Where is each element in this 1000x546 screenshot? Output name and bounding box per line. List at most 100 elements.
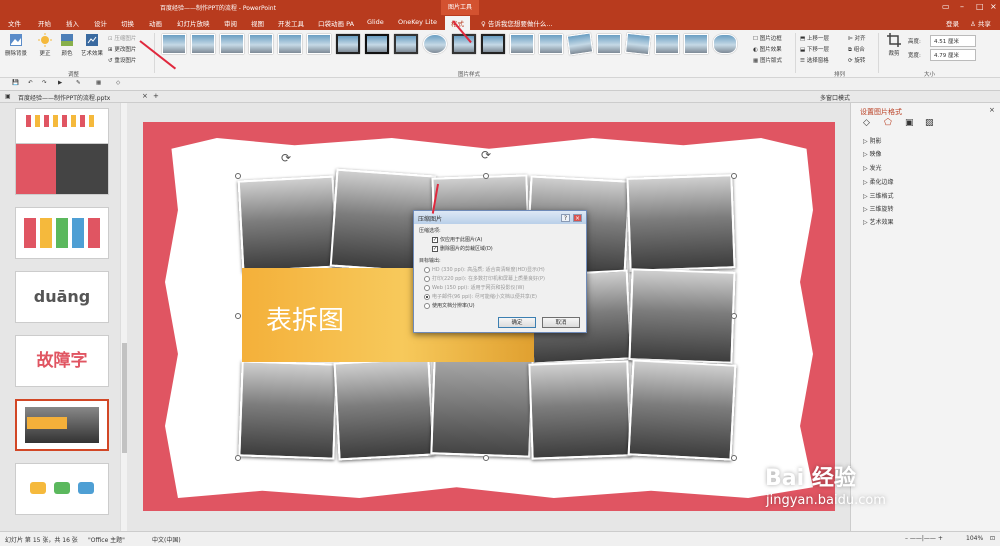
document-tab[interactable]: 百度经验——制作PPT的流程.pptx [18,93,110,102]
corrections-button[interactable]: 更正 [34,33,56,57]
picture-style[interactable] [566,32,594,56]
slide-thumbnail[interactable]: 故障字 [15,335,109,387]
remove-background-button[interactable]: 删除背景 [3,33,29,57]
redo-icon[interactable]: ↷ [42,80,47,86]
close-pane-icon[interactable]: × [989,106,995,114]
apply-only-this-option[interactable]: ✓ 仅应用于此图片(A) [432,236,482,243]
target-email-radio[interactable] [424,293,430,300]
slide-thumbnail[interactable] [15,207,109,259]
fit-slide-icon[interactable]: ⊡ [990,535,995,542]
tell-me-search[interactable]: ♀ 告诉我您想要做什么... [481,18,553,28]
selection-handle[interactable] [235,455,241,461]
picture-style[interactable] [220,34,244,54]
selection-handle[interactable] [483,173,489,179]
pane-item-3d-rotation[interactable]: ▷ 三维旋转 [863,204,894,213]
picture-style[interactable] [655,34,679,54]
multi-window-mode[interactable]: 多窗口模式 [820,93,850,102]
reset-picture-button[interactable]: ↺ 重设图片 [108,56,136,64]
compress-pictures-button[interactable]: ⊡ 压缩图片 [108,34,136,42]
pane-item-3d-format[interactable]: ▷ 三维格式 [863,191,894,200]
selection-handle[interactable] [483,455,489,461]
crop-button[interactable]: 裁剪 [884,33,904,57]
picture-style[interactable] [597,34,621,54]
align-button[interactable]: ⊫ 对齐 [848,34,866,42]
photo-piece[interactable] [333,357,435,461]
picture-style[interactable] [481,34,505,54]
picture-style[interactable] [278,34,302,54]
artistic-effects-button[interactable]: 艺术效果 [79,33,105,57]
picture-style[interactable] [452,34,476,54]
pane-item-shadow[interactable]: ▷ 阴影 [863,136,882,145]
zoom-level[interactable]: 104% [966,535,983,542]
photo-piece[interactable] [238,360,338,460]
picture-style[interactable] [539,34,563,54]
target-hd-radio[interactable] [424,266,430,273]
rotate-button[interactable]: ⟳ 旋转 [848,56,865,64]
photo-piece[interactable] [430,354,534,458]
size-properties-icon[interactable]: ▣ [905,118,914,128]
rotate-handle-icon[interactable]: ⟳ [481,148,491,162]
minimize-icon[interactable]: – [960,2,964,11]
tab-design[interactable]: 设计 [94,18,107,28]
slide-thumbnail[interactable]: duāng [15,271,109,323]
selection-handle[interactable] [731,173,737,179]
pane-item-glow[interactable]: ▷ 发光 [863,163,882,172]
save-icon[interactable]: 💾 [12,80,19,86]
tab-pocket-animation[interactable]: 口袋动画 PA [318,18,354,28]
send-backward-button[interactable]: ⬓ 下移一层 [800,45,829,53]
undo-icon[interactable]: ↶ [28,80,33,86]
cancel-button[interactable]: 取消 [542,317,580,328]
picture-style[interactable] [336,34,360,54]
width-field[interactable]: 4.79 厘米 [930,49,976,61]
effects-icon[interactable]: ⬠ [884,118,892,128]
picture-style[interactable] [684,34,708,54]
group-button[interactable]: ⧉ 组合 [848,45,865,54]
delete-cropped-option[interactable]: ✓ 删除图片的剪裁区域(D) [432,245,493,252]
picture-border-button[interactable]: ☐ 图片边框 [753,34,782,42]
slide-title[interactable]: 表拆图 [266,300,344,337]
target-document-radio[interactable] [424,302,430,309]
selection-handle[interactable] [731,455,737,461]
picture-style[interactable] [249,34,273,54]
tab-home[interactable]: 开始 [38,18,51,28]
picture-style[interactable] [394,34,418,54]
picture-style[interactable] [713,34,737,54]
pane-item-soft-edges[interactable]: ▷ 柔化边缘 [863,177,894,186]
slide-thumbnail[interactable] [15,463,109,515]
signin-link[interactable]: 登录 [946,18,959,28]
slide-thumbnail-selected[interactable] [15,399,109,451]
selection-pane-button[interactable]: ☰ 选择窗格 [800,56,829,64]
target-email-option[interactable]: 电子邮件(96 ppi): 尽可能缩小文档以便共享(E) [424,293,537,300]
bring-forward-button[interactable]: ⬒ 上移一层 [800,34,829,42]
tab-glide[interactable]: Glide [367,18,384,26]
maximize-icon[interactable]: □ [976,2,984,11]
selection-handle[interactable] [731,313,737,319]
tab-slideshow[interactable]: 幻灯片放映 [177,18,210,28]
photo-piece[interactable] [237,175,339,273]
close-tab-icon[interactable]: × [142,92,148,100]
picture-effects-button[interactable]: ◐ 图片效果 [753,45,782,53]
tab-insert[interactable]: 插入 [66,18,79,28]
target-web-option[interactable]: Web (150 ppi): 适用于网页和投影仪(W) [424,284,524,291]
tab-file[interactable]: 文件 [8,18,21,28]
target-document-option[interactable]: 使用文档分辨率(U) [424,302,475,309]
picture-style[interactable] [307,34,331,54]
picture-style[interactable] [625,32,651,56]
target-hd-option[interactable]: HD (330 ppi): 高品质; 适合高清晰度(HD)显示(H) [424,266,545,273]
rotate-handle-icon[interactable]: ⟳ [281,151,291,165]
picture-style[interactable] [162,34,186,54]
apply-only-checkbox[interactable]: ✓ [432,236,438,243]
scrollbar-thumb[interactable] [122,343,127,453]
target-print-option[interactable]: 打印(220 ppi): 在多数打印机和屏幕上质量良好(P) [424,275,545,282]
pane-item-artistic-effects[interactable]: ▷ 艺术效果 [863,217,894,226]
picture-icon[interactable]: ▨ [925,118,934,128]
format-painter-icon[interactable]: ✎ [76,80,81,86]
photo-piece[interactable] [626,174,736,272]
picture-style[interactable] [365,34,389,54]
picture-style[interactable] [510,34,534,54]
tab-transitions[interactable]: 切换 [121,18,134,28]
height-field[interactable]: 4.51 厘米 [930,35,976,47]
zoom-slider[interactable]: – ——|—— + [905,535,943,542]
new-tab-icon[interactable]: + [153,92,159,100]
target-web-radio[interactable] [424,284,430,291]
